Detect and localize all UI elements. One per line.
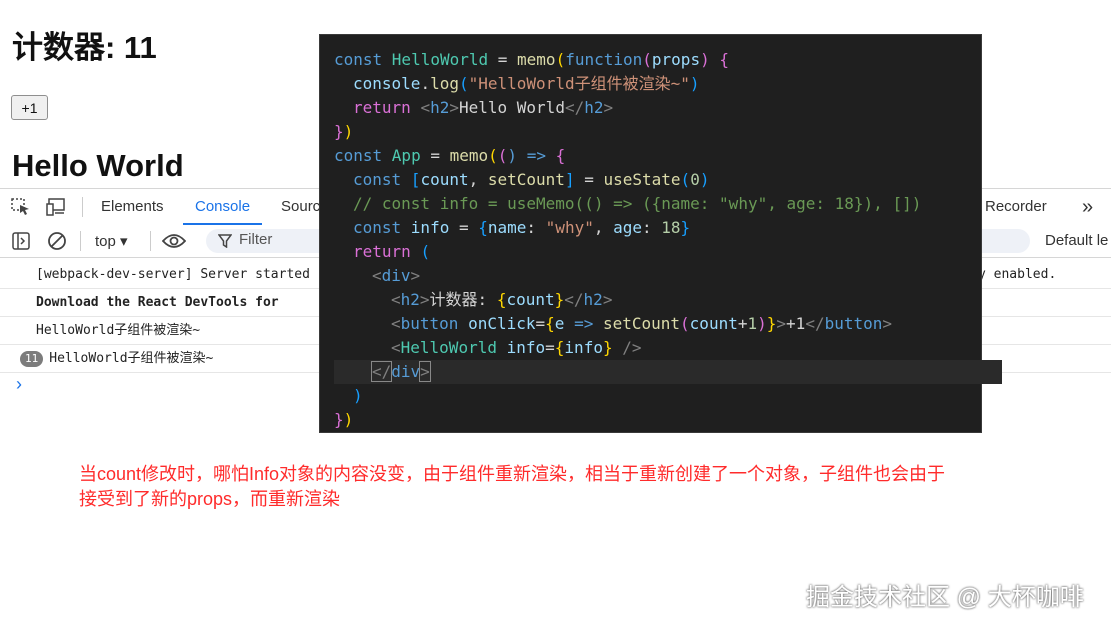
code-line: })	[334, 410, 354, 429]
device-toolbar-icon[interactable]	[46, 198, 68, 216]
log-text-tail: y enabled.	[978, 267, 1057, 282]
annotation-line-1: 当count修改时，哪怕Info对象的内容没变，由于组件重新渲染，相当于重新创建…	[79, 464, 946, 484]
more-tabs-icon[interactable]: »	[1082, 189, 1093, 225]
code-line: )	[353, 386, 363, 405]
filter-placeholder: Filter	[239, 231, 273, 248]
code-line-comment: // const info = useMemo(() => ({name: "w…	[353, 194, 922, 213]
annotation-line-2: 接受到了新的props，而重新渲染	[79, 489, 341, 509]
watermark: 掘金技术社区 @ 大杯咖啡	[806, 584, 1084, 611]
increment-button[interactable]: +1	[11, 95, 48, 120]
toolbar-divider	[80, 231, 81, 251]
console-prompt[interactable]: ›	[16, 374, 22, 395]
tab-console[interactable]: Console	[183, 189, 263, 225]
toolbar-divider	[150, 231, 151, 251]
code-line: <HelloWorld info={info} />	[391, 338, 642, 357]
counter-title: 计数器: 11	[12, 30, 157, 65]
code-line: const HelloWorld = memo(function(props) …	[334, 50, 729, 69]
hello-world-heading: Hello World	[12, 148, 184, 183]
clear-console-icon[interactable]	[47, 231, 67, 251]
tab-recorder[interactable]: Recorder	[985, 189, 1047, 225]
filter-icon	[217, 234, 233, 249]
inspect-element-icon[interactable]	[11, 198, 31, 216]
eye-icon[interactable]	[161, 233, 187, 249]
code-line-current: </div>	[334, 360, 1002, 384]
log-text: HelloWorld子组件被渲染~	[49, 351, 214, 366]
sidebar-toggle-icon[interactable]	[12, 232, 30, 250]
log-text: HelloWorld子组件被渲染~	[36, 323, 201, 338]
log-text: Download the React DevTools for	[36, 295, 279, 310]
log-text: [webpack-dev-server] Server started	[36, 267, 310, 282]
code-line: })	[334, 122, 354, 141]
repeat-count-badge: 11	[20, 350, 44, 367]
code-line: const App = memo(() => {	[334, 146, 566, 165]
code-line: return <h2>Hello World</h2>	[353, 98, 614, 117]
toolbar-divider	[82, 197, 83, 217]
context-selector[interactable]: top ▾	[95, 232, 128, 250]
code-line: const info = {name: "why", age: 18}	[353, 218, 691, 237]
code-line: <button onClick={e => setCount(count+1)}…	[391, 314, 893, 333]
code-line: return (	[353, 242, 431, 261]
code-line: const [count, setCount] = useState(0)	[353, 170, 710, 189]
code-line: console.log("HelloWorld子组件被渲染~")	[353, 74, 700, 93]
code-line: <div>	[372, 266, 421, 285]
tab-elements[interactable]: Elements	[101, 189, 164, 225]
code-snippet-panel: const HelloWorld = memo(function(props) …	[319, 34, 1002, 433]
code-line: <h2>计数器: {count}</h2>	[391, 290, 613, 309]
log-levels-dropdown[interactable]: Default le	[1045, 232, 1108, 249]
